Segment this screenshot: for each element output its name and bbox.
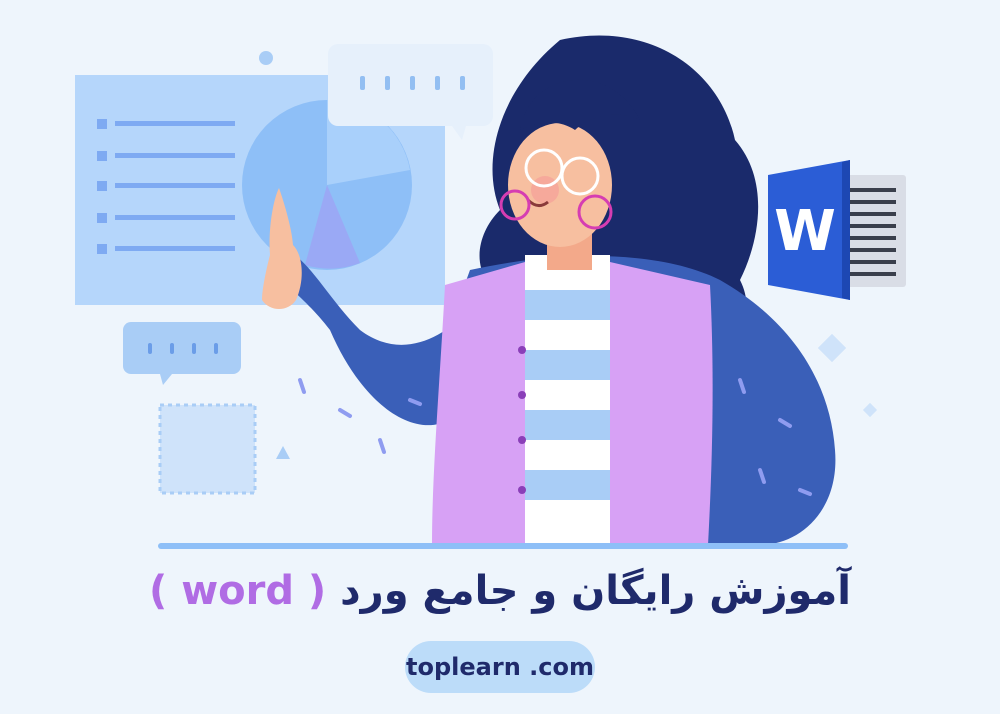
- decor-triangle: [276, 446, 290, 459]
- microsoft-word-icon: W: [768, 160, 906, 300]
- site-url-badge[interactable]: toplearn .com: [405, 641, 595, 693]
- decor-dot: [259, 51, 273, 65]
- course-title: آموزش رایگان و جامع ورد ( word ): [0, 568, 1000, 614]
- speech-bubble-top: [328, 44, 493, 140]
- site-url-text: toplearn .com: [406, 653, 594, 681]
- desk-line: [158, 543, 848, 549]
- course-title-main: آموزش رایگان و جامع ورد: [340, 568, 852, 614]
- decor-diamond-small: [862, 402, 878, 418]
- stamp-shape: [158, 403, 257, 495]
- decor-diamond: [817, 333, 847, 363]
- word-logo-letter: W: [774, 199, 836, 264]
- course-title-word: ( word ): [148, 568, 327, 614]
- speech-bubble-left: [123, 322, 241, 385]
